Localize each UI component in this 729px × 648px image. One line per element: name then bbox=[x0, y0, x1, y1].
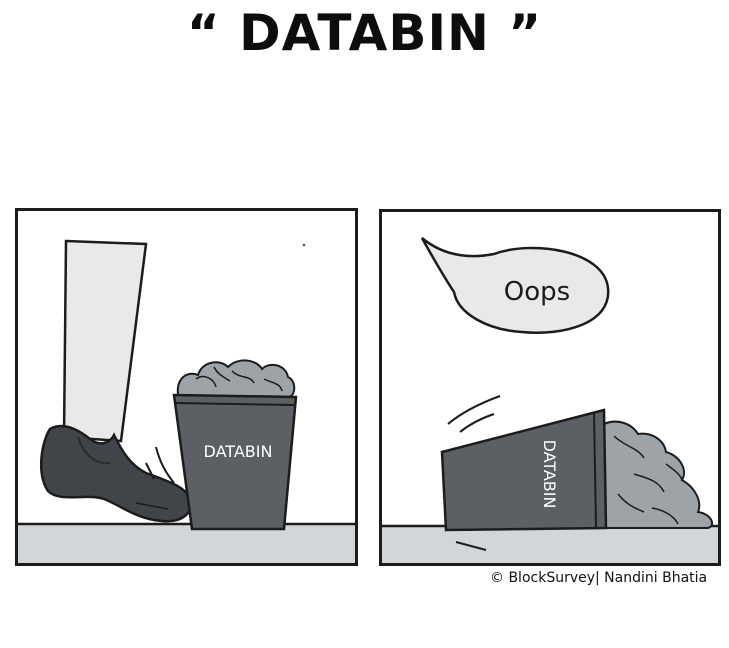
databin bbox=[172, 393, 298, 531]
panel-oops-scene: Oops DATABIN bbox=[382, 237, 718, 563]
comic-panel-oops: Oops DATABIN bbox=[379, 209, 721, 566]
panel-kick-scene: DATABIN bbox=[18, 239, 355, 563]
crumpled-paper bbox=[176, 359, 296, 399]
bin-label: DATABIN bbox=[204, 442, 273, 461]
leg bbox=[62, 239, 148, 443]
bin-label: DATABIN bbox=[540, 440, 559, 509]
comic-panel-kick: DATABIN bbox=[15, 208, 358, 566]
credit-line: © BlockSurvey| Nandini Bhatia bbox=[490, 570, 708, 586]
motion-lines bbox=[447, 395, 501, 425]
floor bbox=[382, 526, 718, 563]
floor bbox=[18, 524, 355, 563]
spilled-paper bbox=[600, 420, 714, 529]
speech-text: Oops bbox=[504, 277, 570, 307]
comic-title: “ DATABIN ” bbox=[186, 4, 543, 62]
